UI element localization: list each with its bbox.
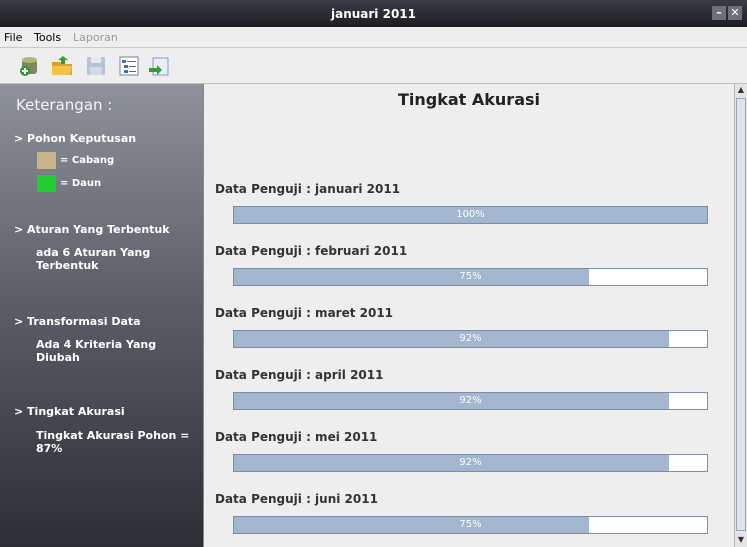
aturan-header: > Aturan Yang Terbentuk [14, 223, 170, 236]
menu-bar: File Tools Laporan [0, 27, 747, 48]
vertical-scrollbar[interactable]: ▲ ▼ [734, 84, 747, 547]
page-title: Tingkat Akurasi [397, 90, 540, 109]
row-label-februari: Data Penguji : februari 2011 [215, 244, 408, 258]
progress-percent: 75% [459, 519, 482, 530]
window-titlebar: januari 2011 – ✕ [0, 0, 747, 27]
progress-bar-juni: 75% [233, 516, 708, 534]
new-database-button[interactable] [18, 54, 42, 78]
row-label-juni: Data Penguji : juni 2011 [215, 492, 378, 506]
tree-list-icon [119, 56, 139, 76]
transformasi-text: Ada 4 Kriteria Yang Diubah [36, 338, 157, 364]
row-label-april: Data Penguji : april 2011 [215, 368, 384, 382]
progress-percent: 92% [459, 333, 482, 344]
new-database-icon [20, 57, 37, 76]
daun-legend-label: = Daun [60, 178, 102, 189]
row-label-mei: Data Penguji : mei 2011 [215, 430, 378, 444]
window-title: januari 2011 [330, 7, 416, 21]
aturan-text: ada 6 Aturan Yang Terbentuk [36, 246, 151, 272]
scroll-up-arrow-icon[interactable]: ▲ [735, 84, 747, 96]
progress-bar-maret: 92% [233, 330, 708, 348]
menu-file[interactable]: File [4, 31, 22, 44]
toolbar [0, 48, 747, 84]
progress-bar-februari: 75% [233, 268, 708, 286]
progress-bar-mei: 92% [233, 454, 708, 472]
progress-percent: 92% [459, 395, 482, 406]
akurasi-text: Tingkat Akurasi Pohon = 87% [36, 429, 190, 455]
open-folder-button[interactable] [50, 54, 74, 78]
transformasi-header: > Transformasi Data [14, 315, 141, 328]
save-disk-icon [87, 57, 105, 75]
save-button[interactable] [84, 54, 108, 78]
tree-list-button[interactable] [117, 54, 141, 78]
progress-bar-januari: 100% [233, 206, 708, 224]
menu-tools[interactable]: Tools [34, 31, 61, 44]
menu-laporan[interactable]: Laporan [73, 31, 118, 44]
progress-bar-april: 92% [233, 392, 708, 410]
open-folder-icon [52, 56, 72, 75]
main-panel: Tingkat Akurasi Data Penguji : januari 2… [204, 84, 734, 547]
cabang-swatch [37, 152, 56, 169]
scrollbar-thumb[interactable] [736, 98, 746, 531]
pohon-keputusan-header: > Pohon Keputusan [14, 132, 137, 145]
row-label-maret: Data Penguji : maret 2011 [215, 306, 394, 320]
progress-percent: 75% [459, 271, 482, 282]
progress-percent: 100% [456, 209, 485, 220]
progress-percent: 92% [459, 457, 482, 468]
scroll-down-arrow-icon[interactable]: ▼ [735, 534, 747, 546]
close-button[interactable]: ✕ [728, 6, 742, 20]
sidebar-keterangan: Keterangan : > Pohon Keputusan = Cabang … [0, 84, 204, 547]
daun-swatch [37, 175, 56, 192]
akurasi-header: > Tingkat Akurasi [14, 405, 125, 418]
export-icon [149, 57, 169, 76]
row-label-januari: Data Penguji : januari 2011 [215, 182, 401, 196]
cabang-legend-label: = Cabang [60, 155, 115, 166]
minimize-button[interactable]: – [712, 6, 726, 20]
export-button[interactable] [147, 54, 171, 78]
sidebar-heading: Keterangan : [16, 96, 113, 114]
